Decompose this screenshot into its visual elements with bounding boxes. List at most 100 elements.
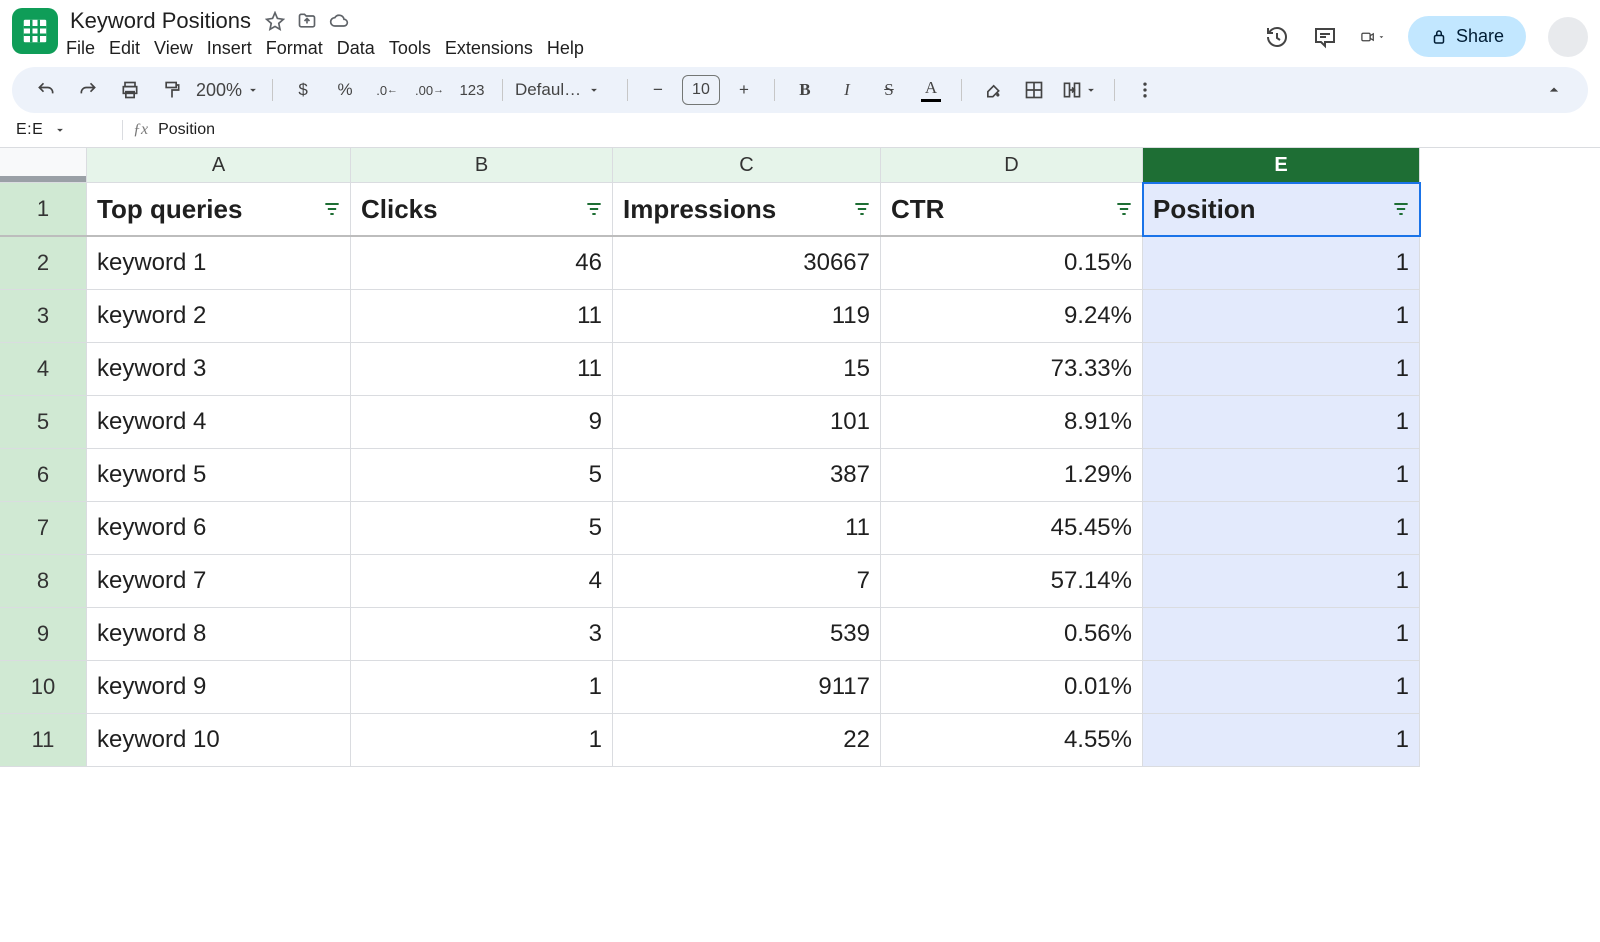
cell[interactable]: 119: [613, 290, 881, 343]
menu-file[interactable]: File: [66, 38, 95, 59]
row-header[interactable]: 8: [0, 555, 87, 608]
paint-format-button[interactable]: [154, 75, 190, 105]
menu-data[interactable]: Data: [337, 38, 375, 59]
menu-view[interactable]: View: [154, 38, 193, 59]
redo-button[interactable]: [70, 75, 106, 105]
more-formats-button[interactable]: 123: [454, 75, 490, 105]
column-header-d[interactable]: D: [881, 148, 1143, 183]
menu-help[interactable]: Help: [547, 38, 584, 59]
merge-cells-button[interactable]: [1058, 75, 1102, 105]
filter-icon[interactable]: [852, 199, 872, 219]
cell[interactable]: keyword 7: [87, 555, 351, 608]
font-size-input[interactable]: 10: [682, 75, 720, 105]
column-header-b[interactable]: B: [351, 148, 613, 183]
cell[interactable]: 4: [351, 555, 613, 608]
column-header-a[interactable]: A: [87, 148, 351, 183]
row-header[interactable]: 5: [0, 396, 87, 449]
print-button[interactable]: [112, 75, 148, 105]
cell[interactable]: 15: [613, 343, 881, 396]
cell[interactable]: keyword 5: [87, 449, 351, 502]
cell[interactable]: 7: [613, 555, 881, 608]
italic-button[interactable]: I: [829, 75, 865, 105]
cell[interactable]: 73.33%: [881, 343, 1143, 396]
history-icon[interactable]: [1264, 24, 1290, 50]
row-header[interactable]: 9: [0, 608, 87, 661]
spreadsheet-grid[interactable]: A B C D E 1Top queriesClicksImpressionsC…: [0, 148, 1600, 767]
cell[interactable]: 11: [351, 343, 613, 396]
cell[interactable]: 1.29%: [881, 449, 1143, 502]
format-currency-button[interactable]: $: [285, 75, 321, 105]
collapse-toolbar-button[interactable]: [1536, 75, 1572, 105]
cell[interactable]: 1: [1143, 343, 1420, 396]
cell[interactable]: 1: [1143, 290, 1420, 343]
cloud-status-icon[interactable]: [329, 11, 349, 31]
cell[interactable]: 9117: [613, 661, 881, 714]
cell[interactable]: 1: [1143, 396, 1420, 449]
cell[interactable]: 0.01%: [881, 661, 1143, 714]
menu-insert[interactable]: Insert: [207, 38, 252, 59]
cell[interactable]: 1: [1143, 714, 1420, 767]
cell[interactable]: 0.15%: [881, 236, 1143, 290]
cell[interactable]: 8.91%: [881, 396, 1143, 449]
cell[interactable]: 9: [351, 396, 613, 449]
cell[interactable]: 1: [1143, 236, 1420, 290]
menu-extensions[interactable]: Extensions: [445, 38, 533, 59]
cell[interactable]: 1: [1143, 449, 1420, 502]
decrease-decimal-button[interactable]: .0←: [369, 75, 405, 105]
cell[interactable]: 3: [351, 608, 613, 661]
cell[interactable]: keyword 10: [87, 714, 351, 767]
cell[interactable]: 387: [613, 449, 881, 502]
row-header[interactable]: 11: [0, 714, 87, 767]
cell[interactable]: 4.55%: [881, 714, 1143, 767]
filter-icon[interactable]: [1391, 199, 1411, 219]
cell[interactable]: 101: [613, 396, 881, 449]
cell[interactable]: keyword 1: [87, 236, 351, 290]
font-size-decrease[interactable]: −: [640, 75, 676, 105]
borders-button[interactable]: [1016, 75, 1052, 105]
font-size-increase[interactable]: +: [726, 75, 762, 105]
cell[interactable]: 1: [1143, 502, 1420, 555]
cell[interactable]: 5: [351, 449, 613, 502]
cell[interactable]: 9.24%: [881, 290, 1143, 343]
comments-icon[interactable]: [1312, 24, 1338, 50]
more-toolbar-button[interactable]: [1127, 75, 1163, 105]
cell[interactable]: 22: [613, 714, 881, 767]
cell[interactable]: keyword 8: [87, 608, 351, 661]
share-button[interactable]: Share: [1408, 16, 1526, 57]
cell[interactable]: 1: [1143, 555, 1420, 608]
bold-button[interactable]: B: [787, 75, 823, 105]
menu-format[interactable]: Format: [266, 38, 323, 59]
document-title[interactable]: Keyword Positions: [66, 8, 255, 34]
strikethrough-button[interactable]: S: [871, 75, 907, 105]
row-header[interactable]: 6: [0, 449, 87, 502]
cell[interactable]: 539: [613, 608, 881, 661]
cell[interactable]: 0.56%: [881, 608, 1143, 661]
cell[interactable]: 11: [613, 502, 881, 555]
format-percent-button[interactable]: %: [327, 75, 363, 105]
name-box[interactable]: E:E: [10, 119, 112, 141]
row-header[interactable]: 4: [0, 343, 87, 396]
row-header[interactable]: 2: [0, 236, 87, 290]
cell[interactable]: 1: [351, 714, 613, 767]
formula-input[interactable]: Position: [158, 121, 215, 139]
text-color-button[interactable]: A: [913, 75, 949, 105]
meet-icon[interactable]: [1360, 24, 1386, 50]
column-header-c[interactable]: C: [613, 148, 881, 183]
cell[interactable]: 5: [351, 502, 613, 555]
fill-color-button[interactable]: [974, 75, 1010, 105]
font-family-select[interactable]: Defaul…: [515, 80, 615, 100]
cell[interactable]: keyword 3: [87, 343, 351, 396]
sheets-logo[interactable]: [12, 8, 58, 54]
row-header[interactable]: 1: [0, 183, 87, 237]
zoom-select[interactable]: 200%: [196, 80, 260, 101]
menu-tools[interactable]: Tools: [389, 38, 431, 59]
menu-edit[interactable]: Edit: [109, 38, 140, 59]
cell[interactable]: 45.45%: [881, 502, 1143, 555]
cell[interactable]: keyword 9: [87, 661, 351, 714]
cell[interactable]: 11: [351, 290, 613, 343]
filter-icon[interactable]: [584, 199, 604, 219]
cell[interactable]: keyword 2: [87, 290, 351, 343]
move-icon[interactable]: [297, 11, 317, 31]
account-avatar[interactable]: [1548, 17, 1588, 57]
cell[interactable]: Clicks: [351, 183, 613, 237]
